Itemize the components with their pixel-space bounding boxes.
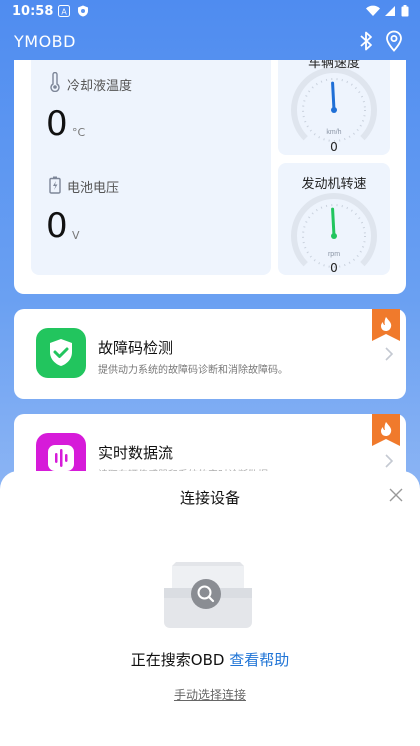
app-bar: YMOBD — [0, 24, 420, 60]
hot-badge-icon — [372, 414, 400, 446]
wifi-icon — [366, 5, 380, 17]
speed-unit: km/h — [326, 129, 341, 136]
location-icon[interactable] — [384, 30, 404, 52]
chevron-right-icon — [385, 454, 394, 468]
status-time: 10:58 — [12, 4, 54, 19]
coolant-label: 冷却液温度 — [67, 79, 133, 94]
rpm-value: 0 — [330, 261, 338, 275]
coolant-unit: °C — [72, 126, 86, 139]
chevron-right-icon — [385, 347, 394, 361]
battery-charge-icon — [49, 176, 61, 194]
shield-status-icon — [78, 5, 88, 17]
help-link[interactable]: 查看帮助 — [229, 651, 289, 669]
speed-value: 0 — [330, 140, 338, 154]
manual-connect-link[interactable]: 手动选择连接 — [0, 686, 420, 703]
hot-badge-icon — [372, 309, 400, 341]
bluetooth-icon[interactable] — [357, 29, 375, 53]
notification-a-icon: A — [58, 5, 70, 17]
shield-check-icon — [50, 339, 72, 366]
battery-value: 0 — [46, 206, 68, 246]
search-status-text: 正在搜索OBD — [130, 651, 225, 669]
coolant-value: 0 — [46, 104, 68, 144]
feature-desc: 提供动力系统的故障码诊断和消除故障码。 — [98, 365, 288, 376]
speed-gauge: km/h — [291, 67, 377, 144]
feature-title: 实时数据流 — [98, 444, 174, 462]
battery-icon — [401, 5, 409, 17]
status-bar: 10:58 A — [0, 0, 420, 24]
battery-unit: V — [72, 229, 80, 242]
obd-device-icon — [164, 562, 252, 628]
svg-text:A: A — [61, 8, 67, 17]
rpm-gauge: rpm — [291, 193, 377, 270]
rpm-unit: rpm — [328, 251, 340, 258]
feature-icon-box — [36, 328, 86, 378]
feature-title: 故障码检测 — [98, 339, 174, 357]
thermometer-icon — [50, 72, 60, 92]
close-icon[interactable] — [388, 487, 404, 503]
app-title: YMOBD — [14, 32, 76, 51]
battery-label: 电池电压 — [67, 181, 120, 196]
search-status: 正在搜索OBD 查看帮助 — [0, 649, 420, 670]
sheet-title: 连接设备 — [179, 489, 240, 507]
signal-icon — [385, 6, 395, 16]
